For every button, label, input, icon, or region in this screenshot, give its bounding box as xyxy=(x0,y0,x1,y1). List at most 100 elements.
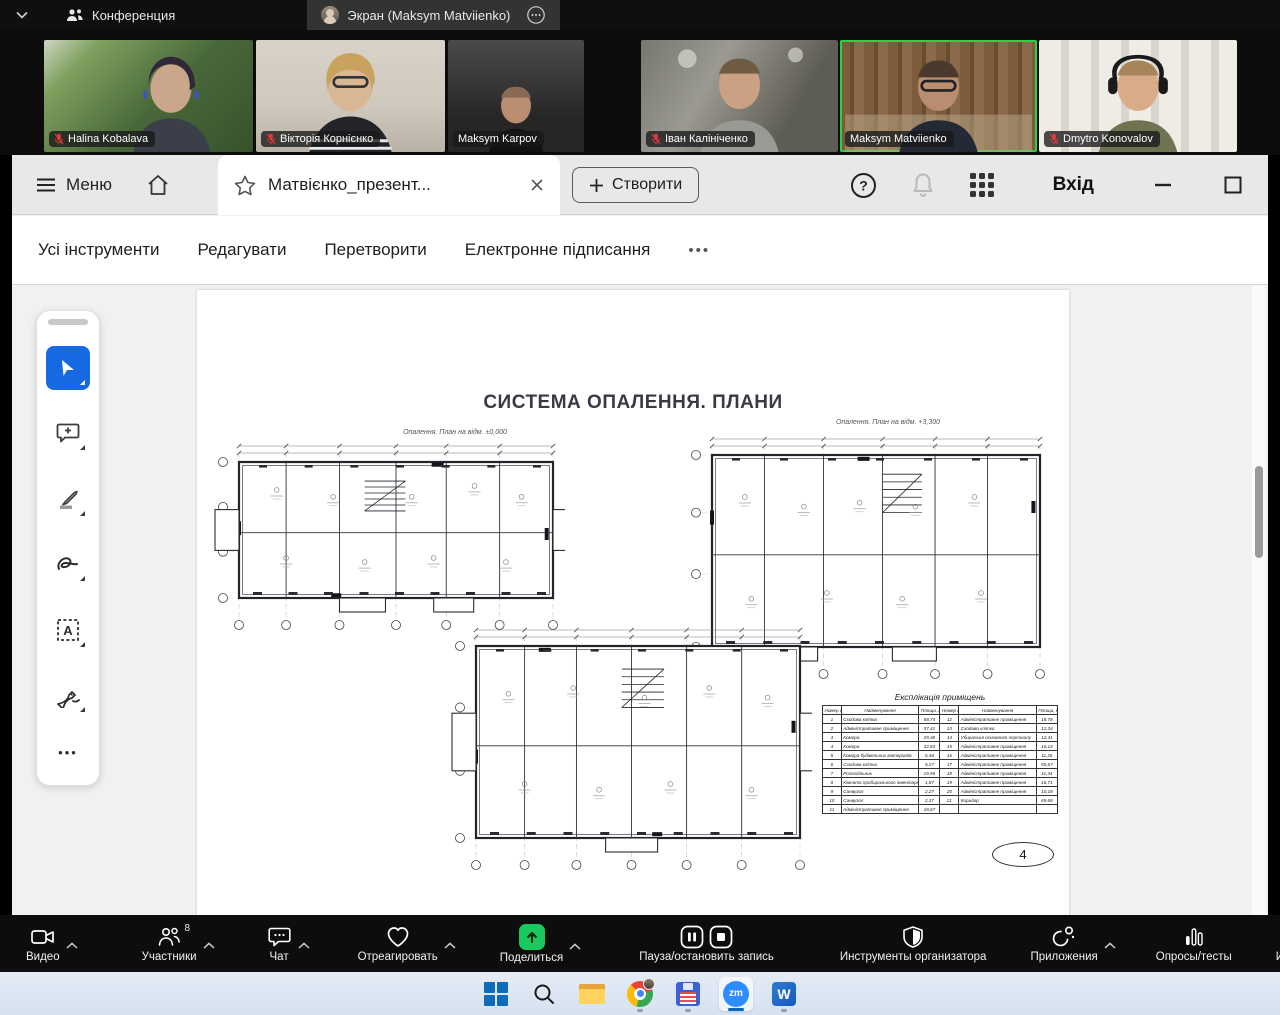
menu-button[interactable]: Меню xyxy=(36,175,112,195)
rail-drag-handle[interactable] xyxy=(48,319,88,325)
menu-convert[interactable]: Перетворити xyxy=(324,240,426,260)
folder-icon xyxy=(579,984,605,1004)
participant-nameplate: Dmytro Konovalov xyxy=(1044,131,1160,147)
table-row: 3Комора29,3814Убиральня основного персон… xyxy=(823,733,1058,742)
video-options-chevron[interactable] xyxy=(66,942,78,949)
tab-more-icon[interactable] xyxy=(526,5,546,25)
control-label: Отреагировать xyxy=(358,951,438,963)
tool-rail: A ••• xyxy=(36,310,100,786)
mic-muted-icon xyxy=(266,133,276,145)
participant-nameplate: Maksym Matviienko xyxy=(845,131,954,147)
document-tab[interactable]: Матвієнко_презент... xyxy=(218,155,560,215)
control-label: Пауза/остановить запись xyxy=(639,951,774,963)
chat-options-chevron[interactable] xyxy=(298,942,310,949)
share-screen-button[interactable]: Поделиться xyxy=(500,924,564,964)
tab-screen-label: Экран (Maksym Matviienko) xyxy=(347,8,510,23)
search-button[interactable] xyxy=(527,977,561,1011)
rail-more-tools-button[interactable]: ••• xyxy=(46,730,90,774)
chrome-icon xyxy=(627,981,653,1007)
hamburger-icon xyxy=(36,178,56,192)
svg-text:?: ? xyxy=(859,177,868,193)
control-label: Видео xyxy=(26,951,60,963)
document-tab-title: Матвієнко_презент... xyxy=(268,175,518,195)
participants-button[interactable]: 8 Участники xyxy=(142,925,197,963)
minimize-button[interactable] xyxy=(1152,174,1174,196)
select-text-tool-button[interactable]: A xyxy=(46,608,90,652)
participant-nameplate: Вікторія Корнієнко xyxy=(261,131,380,147)
notes-app-button[interactable] xyxy=(671,977,705,1011)
menu-edit[interactable]: Редагувати xyxy=(198,240,287,260)
chrome-button[interactable] xyxy=(623,977,657,1011)
pause-stop-recording-button[interactable]: Пауза/остановить запись xyxy=(639,925,774,963)
start-button[interactable] xyxy=(479,977,513,1011)
stop-recording-icon[interactable] xyxy=(709,925,733,949)
add-comment-icon xyxy=(56,422,80,444)
meeting-info-button[interactable]: Информация о конференции xyxy=(1276,925,1280,963)
apps-options-chevron[interactable] xyxy=(1104,942,1116,949)
pause-recording-icon[interactable] xyxy=(680,925,704,949)
host-tools-button[interactable]: Инструменты организатора xyxy=(840,925,987,963)
sign-tool-button[interactable] xyxy=(46,674,90,718)
participants-options-chevron[interactable] xyxy=(203,942,215,949)
tab-screen-share[interactable]: Экран (Maksym Matviienko) xyxy=(307,0,560,30)
room-explication-table: Експлікація приміщень Номер прим.Наймену… xyxy=(822,692,1058,814)
highlight-tool-button[interactable] xyxy=(46,477,90,521)
react-options-chevron[interactable] xyxy=(444,942,456,949)
tab-conference[interactable]: Конференция xyxy=(52,0,189,30)
menubar-more-button[interactable]: ••• xyxy=(688,242,710,259)
create-button[interactable]: Створити xyxy=(572,167,699,203)
cursor-icon xyxy=(57,357,79,379)
help-icon[interactable]: ? xyxy=(850,172,877,199)
control-label: Чат xyxy=(270,951,289,963)
select-tool-button[interactable] xyxy=(46,346,90,390)
draw-tool-button[interactable] xyxy=(46,543,90,587)
floppy-app-icon xyxy=(676,982,700,1006)
apps-button[interactable]: Приложения xyxy=(1030,925,1097,963)
react-button[interactable]: Отреагировать xyxy=(358,925,438,963)
plus-icon xyxy=(589,178,604,193)
close-tab-icon[interactable] xyxy=(530,178,544,192)
chat-button[interactable]: Чат xyxy=(267,925,292,963)
maximize-button[interactable] xyxy=(1222,174,1244,196)
windows-logo-icon xyxy=(484,982,508,1006)
zoom-app-button[interactable]: zm xyxy=(719,977,753,1011)
video-tile[interactable]: Dmytro Konovalov xyxy=(1039,40,1237,152)
signin-button[interactable]: Вхід xyxy=(1053,174,1094,196)
participant-name: Вікторія Корнієнко xyxy=(280,133,373,145)
table-row: 10Санвузол2,3721Коридор69,68 xyxy=(823,796,1058,805)
video-button[interactable]: Видео xyxy=(26,925,60,963)
video-thumbnails-strip: Halina Kobalava Вікторія Корнієнко Maksy… xyxy=(0,30,1280,155)
polls-button[interactable]: Опросы/тесты xyxy=(1156,925,1232,963)
menu-all-tools[interactable]: Усі інструменти xyxy=(38,240,160,260)
table-row: 4Комора32,8315Адміністративне приміщення… xyxy=(823,742,1058,751)
scrollbar-track[interactable] xyxy=(1252,286,1266,915)
video-tile[interactable]: Halina Kobalava xyxy=(44,40,253,152)
sheet-number-oval: 4 xyxy=(992,842,1054,867)
notifications-bell-icon[interactable] xyxy=(911,172,935,198)
video-tile[interactable]: Іван Калініченко xyxy=(641,40,838,152)
scrollbar-thumb[interactable] xyxy=(1255,466,1263,558)
table-row: 9Санвузол2,2720Адміністративне приміщенн… xyxy=(823,787,1058,796)
video-tile-active-speaker[interactable]: Maksym Matviienko xyxy=(840,40,1037,152)
video-camera-icon xyxy=(30,925,56,949)
home-button[interactable] xyxy=(146,174,170,196)
star-icon[interactable] xyxy=(234,175,256,196)
control-label: Поделиться xyxy=(500,952,564,964)
apps-waffle-icon[interactable] xyxy=(969,172,995,198)
menu-label: Меню xyxy=(66,175,112,195)
word-button[interactable]: W xyxy=(767,977,801,1011)
share-options-chevron[interactable] xyxy=(569,943,581,950)
menu-esign[interactable]: Електронне підписання xyxy=(465,240,651,260)
file-explorer-button[interactable] xyxy=(575,977,609,1011)
collapse-chevron-icon[interactable] xyxy=(16,11,28,19)
acrobat-header: Меню Матвієнко_презент... Створити ? Вхі… xyxy=(12,155,1268,215)
fountain-pen-icon xyxy=(55,684,81,708)
table-header: Площа, м² xyxy=(1036,706,1057,715)
search-icon xyxy=(532,982,556,1006)
comment-tool-button[interactable] xyxy=(46,412,90,456)
chat-icon xyxy=(267,925,292,949)
floor-plan-level-0 xyxy=(213,440,565,632)
video-tile[interactable]: Maksym Karpov xyxy=(448,40,584,152)
video-tile[interactable]: Вікторія Корнієнко xyxy=(256,40,445,152)
participants-count-badge: 8 xyxy=(185,923,191,934)
